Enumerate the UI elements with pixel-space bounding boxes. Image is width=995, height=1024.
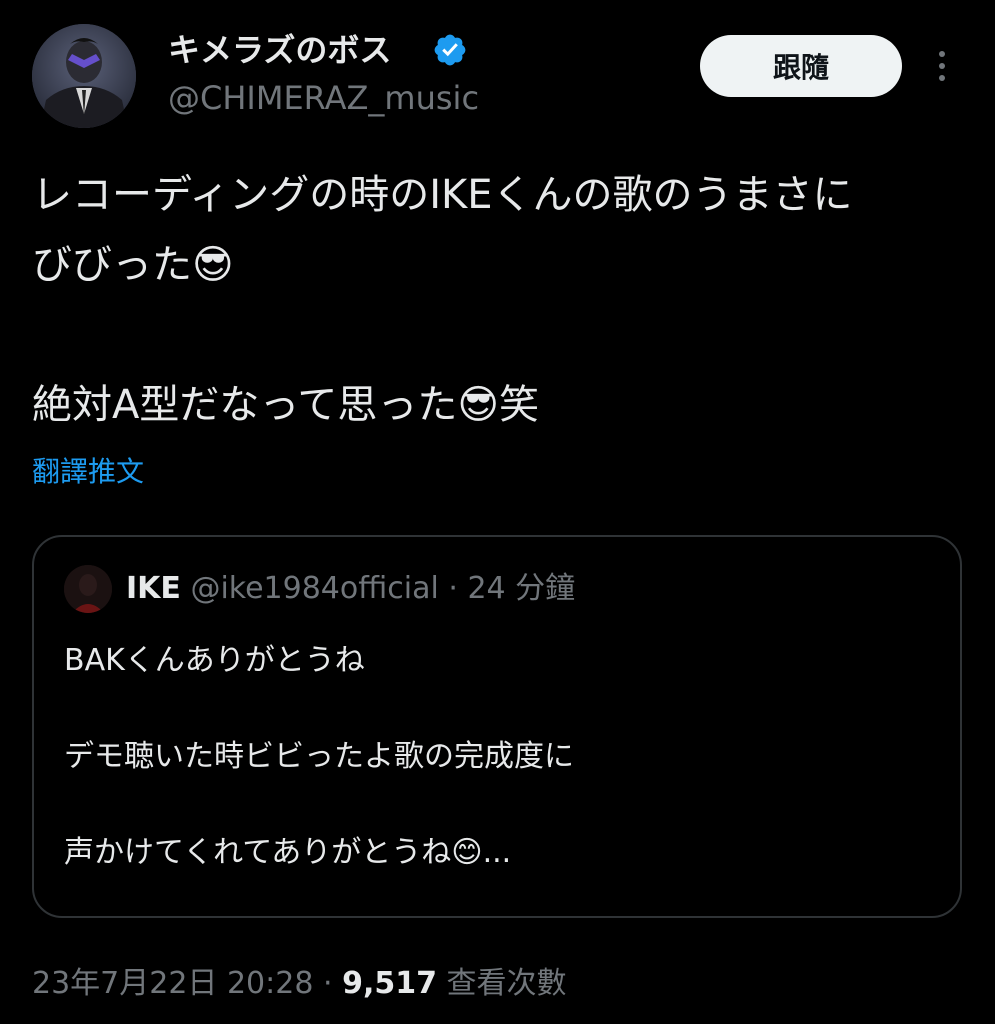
views-count: 9,517 [342,966,437,1001]
quoted-tweet-text: BAKくんありがとうね デモ聴いた時ビビったよ歌の完成度に 声かけてくれてありが… [64,643,574,870]
quoted-timestamp[interactable]: 24 分鐘 [467,571,575,606]
verified-badge-icon [434,34,466,66]
quoted-author-name[interactable]: IKE [126,571,181,606]
author-handle[interactable]: @CHIMERAZ_music [168,78,479,118]
quoted-tweet-card[interactable]: IKE @ike1984official · 24 分鐘 BAKくんありがとうね… [32,535,962,918]
quoted-avatar-image [64,565,112,613]
meta-separator: · [322,966,333,1001]
tweet-body-text: レコーディングの時のIKEくんの歌のうまさに びびった😎 絶対A型だなって思った… [32,172,853,428]
author-avatar[interactable] [32,24,136,128]
views-label: 查看次數 [446,966,567,1001]
quoted-author-avatar [64,565,112,613]
author-display-name[interactable]: キメラズのボス [168,30,391,70]
quoted-author-handle[interactable]: @ike1984official [190,571,438,606]
more-vertical-icon[interactable] [930,48,954,84]
translate-tweet-link[interactable]: 翻譯推文 [32,452,144,492]
follow-button[interactable]: 跟隨 [700,35,902,97]
tweet-timestamp[interactable]: 23年7月22日 20:28 [32,966,313,1001]
quoted-tweet-header: IKE @ike1984official · 24 分鐘 [126,569,575,609]
tweet-meta: 23年7月22日 20:28 · 9,517 查看次數 [32,962,567,1006]
avatar-image [32,24,136,128]
quoted-separator: · [448,571,458,606]
